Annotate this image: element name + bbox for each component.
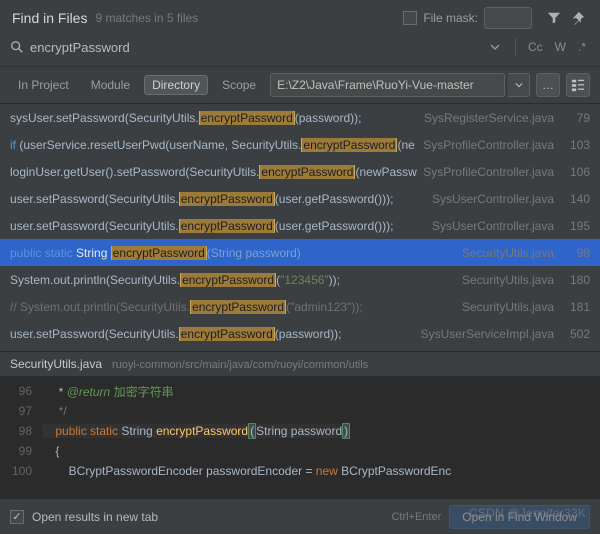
match-case-toggle[interactable]: Cc (524, 38, 547, 56)
preview-line: 100 BCryptPasswordEncoder passwordEncode… (0, 461, 600, 481)
result-file: SysRegisterService.java (424, 111, 554, 125)
file-mask-label: File mask: (423, 11, 478, 25)
result-row[interactable]: user.setPassword(SecurityUtils.encryptPa… (0, 212, 600, 239)
history-dropdown-icon[interactable] (483, 35, 507, 59)
match-count: 9 matches in 5 files (95, 11, 198, 25)
preview-line: 96 * @return 加密字符串 (0, 381, 600, 401)
result-line: 195 (558, 219, 590, 233)
result-line: 140 (558, 192, 590, 206)
search-input[interactable]: encryptPassword (10, 34, 479, 60)
result-file: SysProfileController.java (423, 138, 554, 152)
search-icon (10, 40, 24, 54)
open-new-tab-checkbox[interactable] (10, 510, 24, 524)
result-line: 79 (558, 111, 590, 125)
filter-icon[interactable] (542, 6, 566, 30)
open-find-window-button[interactable]: Open in Find Window (449, 505, 590, 529)
whole-word-toggle[interactable]: W (551, 38, 570, 56)
result-row[interactable]: public static String encryptPassword(Str… (0, 239, 600, 266)
preview-header: SecurityUtils.java ruoyi-common/src/main… (0, 351, 600, 377)
directory-combo[interactable]: E:\Z2\Java\Frame\RuoYi-Vue-master (270, 73, 505, 97)
result-row[interactable]: // System.out.println(SecurityUtils.encr… (0, 293, 600, 320)
result-file: SysUserController.java (432, 219, 554, 233)
preview-filepath: ruoyi-common/src/main/java/com/ruoyi/com… (112, 359, 368, 371)
result-file: SecurityUtils.java (462, 300, 554, 314)
result-line: 502 (558, 327, 590, 341)
code-preview[interactable]: 96 * @return 加密字符串97 */98 public static … (0, 377, 600, 498)
tab-scope[interactable]: Scope (214, 75, 264, 95)
file-mask-checkbox[interactable] (403, 11, 417, 25)
result-row[interactable]: user.setPassword(SecurityUtils.encryptPa… (0, 320, 600, 347)
dialog-header: Find in Files 9 matches in 5 files File … (0, 0, 600, 30)
search-bar: encryptPassword Cc W .* (0, 30, 600, 67)
tab-in-project[interactable]: In Project (10, 75, 77, 95)
dialog-title: Find in Files (12, 10, 87, 26)
results-list[interactable]: sysUser.setPassword(SecurityUtils.encryp… (0, 104, 600, 347)
directory-dropdown-icon[interactable] (508, 73, 530, 97)
tab-module[interactable]: Module (83, 75, 138, 95)
tree-toggle-button[interactable] (566, 73, 590, 97)
result-file: SecurityUtils.java (462, 273, 554, 287)
scope-bar: In Project Module Directory Scope E:\Z2\… (0, 67, 600, 104)
result-line: 106 (558, 165, 590, 179)
result-file: SysUserController.java (432, 192, 554, 206)
search-query-text: encryptPassword (30, 40, 130, 55)
result-line: 98 (558, 246, 590, 260)
result-row[interactable]: if (userService.resetUserPwd(userName, S… (0, 131, 600, 158)
result-line: 103 (558, 138, 590, 152)
result-line: 181 (558, 300, 590, 314)
result-row[interactable]: System.out.println(SecurityUtils.encrypt… (0, 266, 600, 293)
preview-line: 98 public static String encryptPassword(… (0, 421, 600, 441)
browse-directory-button[interactable]: … (536, 73, 560, 97)
directory-path: E:\Z2\Java\Frame\RuoYi-Vue-master (277, 78, 474, 92)
result-row[interactable]: loginUser.getUser().setPassword(Security… (0, 158, 600, 185)
result-row[interactable]: sysUser.setPassword(SecurityUtils.encryp… (0, 104, 600, 131)
tab-directory[interactable]: Directory (144, 75, 208, 95)
preview-line: 99 { (0, 441, 600, 461)
preview-filename: SecurityUtils.java (10, 357, 102, 371)
open-new-tab-label: Open results in new tab (32, 510, 158, 524)
preview-line: 97 */ (0, 401, 600, 421)
file-mask-input[interactable] (484, 7, 532, 29)
regex-toggle[interactable]: .* (574, 38, 590, 56)
result-row[interactable]: user.setPassword(SecurityUtils.encryptPa… (0, 185, 600, 212)
result-file: SysUserServiceImpl.java (421, 327, 554, 341)
result-file: SysProfileController.java (423, 165, 554, 179)
dialog-footer: Open results in new tab Ctrl+Enter Open … (0, 498, 600, 534)
result-file: SecurityUtils.java (462, 246, 554, 260)
pin-icon[interactable] (566, 6, 590, 30)
shortcut-hint: Ctrl+Enter (391, 511, 441, 523)
result-line: 180 (558, 273, 590, 287)
